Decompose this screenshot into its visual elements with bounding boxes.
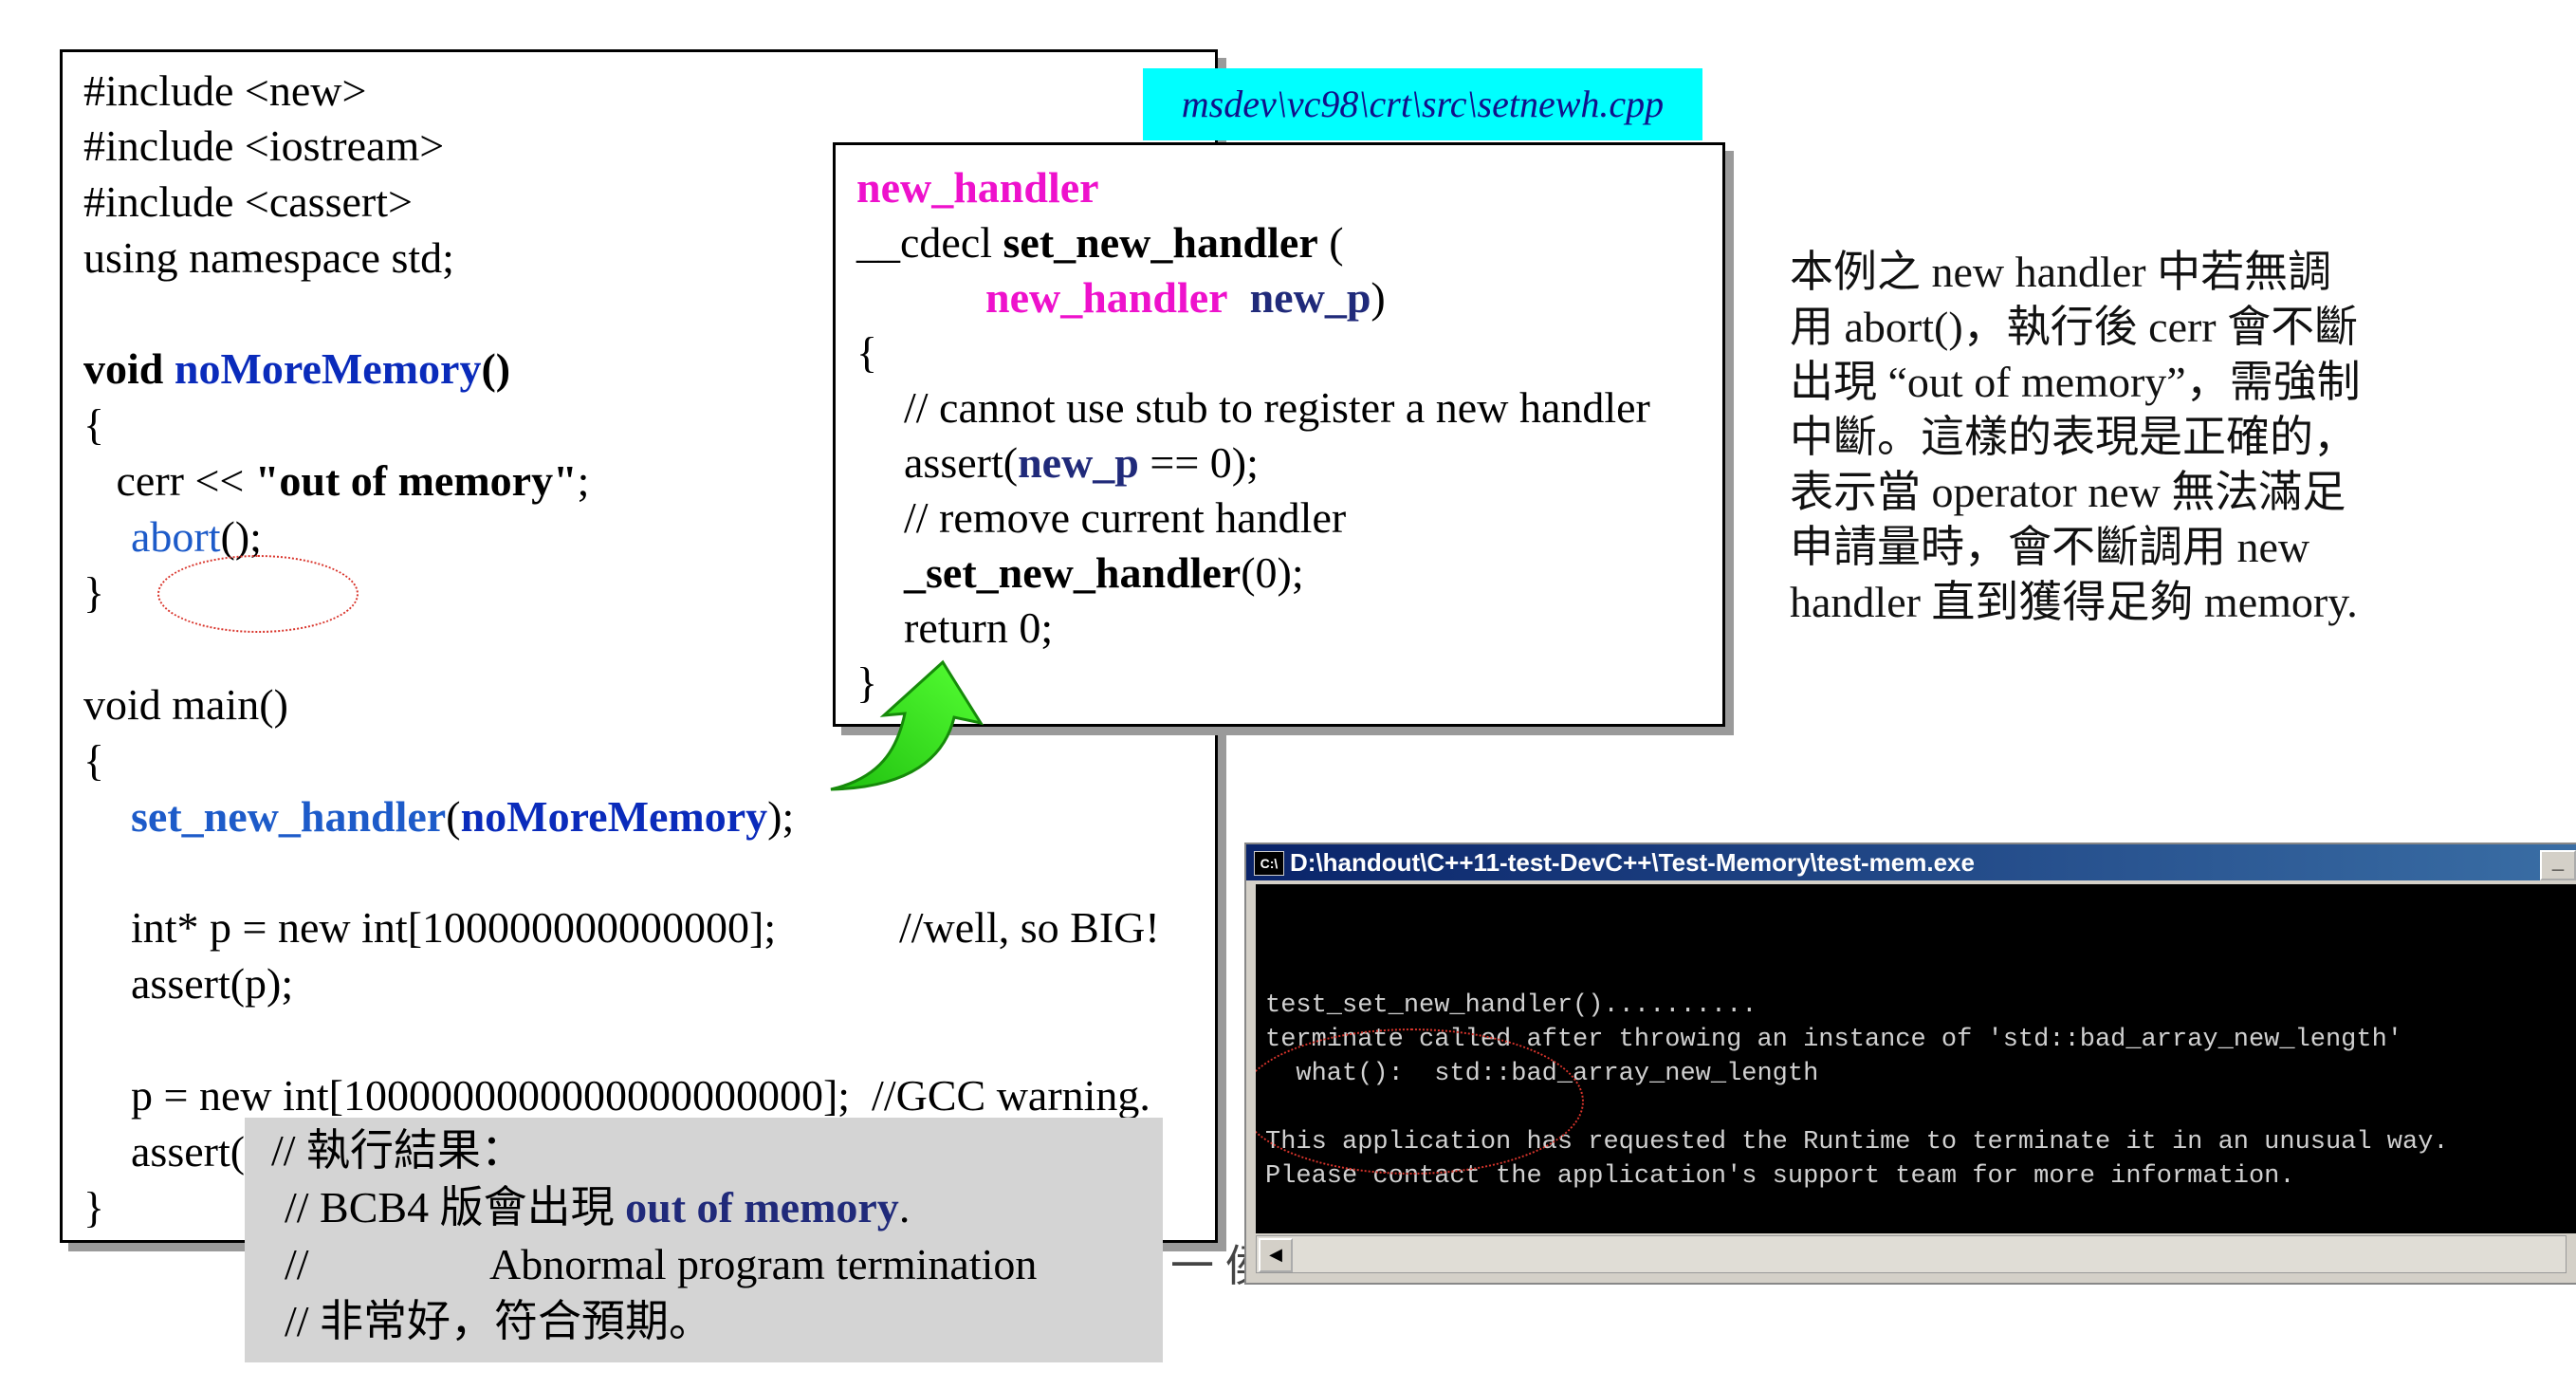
cdecl-prefix: __cdecl — [856, 218, 1003, 267]
explanation-line-3: 出現 “out of memory”，需強制 — [1790, 358, 2361, 406]
bcb4-end: . — [898, 1183, 911, 1232]
assert-end: == 0); — [1138, 438, 1259, 487]
handler-code-box: new_handler __cdecl set_new_handler ( ne… — [833, 142, 1725, 727]
comment-so-big: //well, so BIG! — [899, 903, 1160, 952]
code-line-close-brace: } — [83, 568, 105, 617]
console-window: C:\ D:\handout\C++11-test-DevC++\Test-Me… — [1244, 843, 2576, 1285]
explanation-line-4: 中斷。這樣的表現是正確的， — [1790, 413, 2357, 461]
explanation-line-6: 申請量時，會不斷調用 new — [1790, 523, 2310, 571]
console-app-icon: C:\ — [1254, 851, 1284, 876]
abort-end: (); — [220, 512, 262, 561]
result-heading: // 執行結果： — [271, 1126, 525, 1175]
param-close: ) — [1371, 273, 1386, 322]
paren-open: ( — [446, 792, 461, 841]
handler-parameter: new_handler new_p) — [985, 270, 1386, 325]
param-type: new_handler — [985, 273, 1228, 322]
explanation-line-7: handler 直到獲得足夠 memory. — [1790, 578, 2358, 626]
code-line-include-new: #include <new> — [83, 66, 367, 115]
code-line-main-close-brace: } — [83, 1183, 105, 1232]
result-comment-box: // 執行結果： // BCB4 版會出現 out of memory. // … — [245, 1118, 1163, 1362]
explanation-line-2: 用 abort()，執行後 cerr 會不斷 — [1790, 303, 2359, 351]
internal-set-new-handler: _set_new_handler — [904, 548, 1242, 597]
code-line-cerr: cerr << "out of memory"; — [83, 454, 590, 509]
code-line-set-new-handler: set_new_handler(noMoreMemory); — [131, 789, 794, 844]
code-line-assert-p: assert(p); — [131, 959, 294, 1008]
code-line-main-decl: void main() — [83, 680, 288, 729]
green-arrow-icon — [830, 659, 984, 791]
set-call-end: (0); — [1241, 548, 1304, 597]
bcb4-prefix: // BCB4 版會出現 — [285, 1183, 626, 1232]
code-line-using-namespace: using namespace std; — [83, 233, 454, 282]
minimize-button[interactable]: _ — [2540, 850, 2576, 880]
paren-close: ); — [767, 792, 795, 841]
cerr-end: ; — [577, 456, 590, 505]
result-abnormal-termination: Abnormal program termination — [489, 1240, 1038, 1288]
horizontal-scrollbar[interactable]: ◀ — [1256, 1235, 2567, 1273]
function-name-nomorememory: noMoreMemory — [174, 344, 482, 393]
assert-arg: new_p — [1018, 438, 1139, 487]
scroll-left-arrow-icon[interactable]: ◀ — [1259, 1238, 1293, 1272]
console-title-bar[interactable]: C:\ D:\handout\C++11-test-DevC++\Test-Me… — [1246, 844, 2576, 880]
code-line-include-iostream: #include <iostream> — [83, 121, 445, 170]
code-line-new-big-array: int* p = new int[100000000000000]; — [131, 903, 777, 952]
param-name: new_p — [1249, 273, 1371, 322]
code-line-new-huge-array: p = new int[1000000000000000000000]; //G… — [131, 1071, 1150, 1120]
assert-prefix: assert( — [904, 438, 1019, 487]
keyword-void: void — [83, 344, 175, 393]
handler-set-call: _set_new_handler(0); — [904, 546, 1304, 601]
code-line-include-cassert: #include <cassert> — [83, 177, 413, 226]
source-file-label: msdev\vc98\crt\src\setnewh.cpp — [1143, 68, 1702, 140]
explanation-line-5: 表示當 operator new 無法滿足 — [1790, 468, 2346, 516]
code-line-assert-partial: assert( — [131, 1127, 246, 1176]
console-line-1: test_set_new_handler().......... — [1265, 991, 1757, 1020]
handler-return-type: new_handler — [856, 163, 1099, 212]
explanation-text: 本例之 new handler 中若無調 用 abort()，執行後 cerr … — [1790, 245, 2454, 630]
cerr-prefix: cerr << — [83, 456, 255, 505]
result-conclusion: // 非常好，符合預期。 — [285, 1297, 713, 1345]
decl-parens: () — [481, 344, 511, 393]
handler-function-name: set_new_handler — [1003, 218, 1318, 267]
code-line-main-open-brace: { — [83, 736, 105, 785]
signature-open: ( — [1317, 218, 1344, 267]
explanation-line-1: 本例之 new handler 中若無調 — [1790, 248, 2332, 296]
code-line-open-brace: { — [83, 400, 105, 449]
code-line-nomorememory-decl: void noMoreMemory() — [83, 342, 510, 397]
handler-open-brace: { — [856, 328, 878, 377]
handler-comment-remove: // remove current handler — [904, 493, 1347, 542]
result-bcb4-line: // BCB4 版會出現 out of memory. — [285, 1180, 910, 1235]
out-of-memory-highlight: out of memory — [625, 1183, 899, 1232]
set-new-handler-call: set_new_handler — [131, 792, 447, 841]
console-output: test_set_new_handler().......... termina… — [1256, 884, 2576, 1233]
cerr-string: "out of memory" — [254, 456, 578, 505]
abort-call: abort — [131, 512, 221, 561]
handler-comment-stub: // cannot use stub to register a new han… — [904, 383, 1650, 432]
handler-signature: __cdecl set_new_handler ( — [856, 215, 1344, 270]
console-title-text: D:\handout\C++11-test-DevC++\Test-Memory… — [1290, 848, 1975, 877]
handler-assert: assert(new_p == 0); — [904, 435, 1259, 491]
result-comment-slashes: // — [285, 1240, 309, 1288]
abort-highlight-ellipse — [157, 555, 359, 633]
handler-argument: noMoreMemory — [460, 792, 768, 841]
